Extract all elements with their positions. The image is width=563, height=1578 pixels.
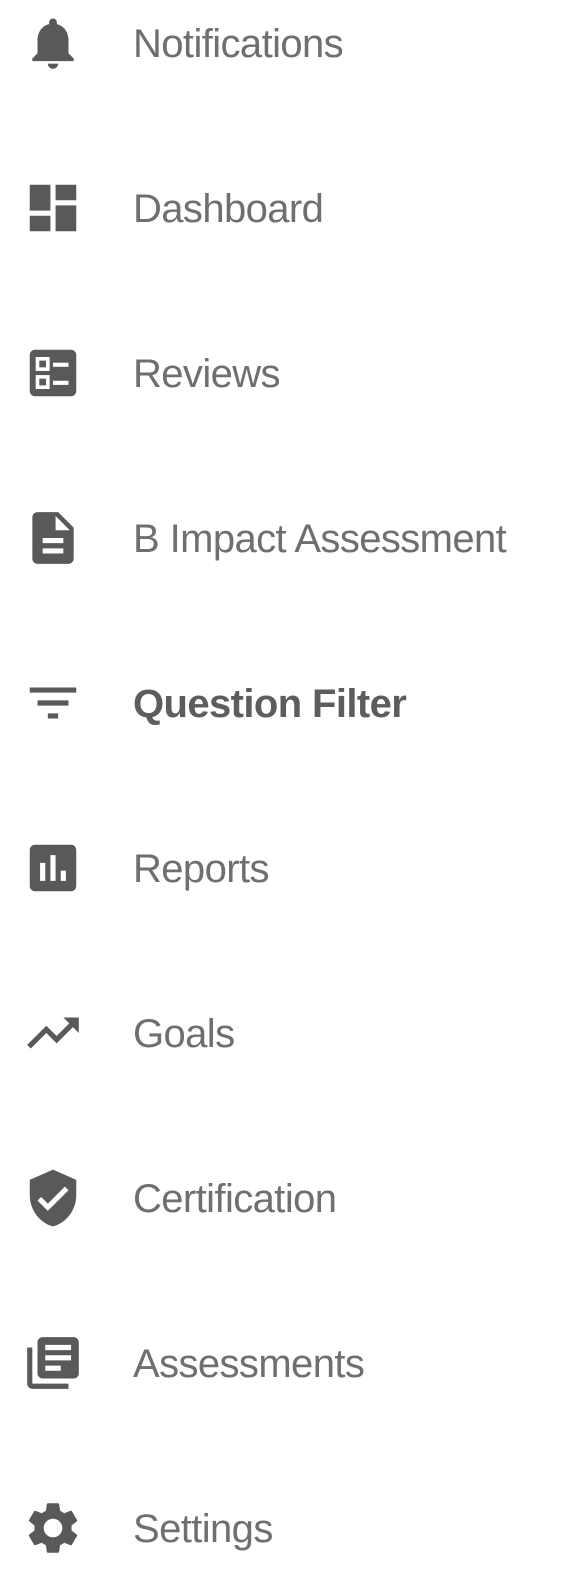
trending-up-icon xyxy=(22,1002,84,1064)
sidebar-item-question-filter[interactable]: Question Filter xyxy=(0,653,563,753)
dashboard-icon xyxy=(22,177,84,239)
reviews-icon xyxy=(22,342,84,404)
sidebar-item-goals[interactable]: Goals xyxy=(0,983,563,1083)
sidebar-item-b-impact-assessment[interactable]: B Impact Assessment xyxy=(0,488,563,588)
bell-icon xyxy=(22,12,84,74)
sidebar-item-label: Settings xyxy=(133,1507,273,1551)
sidebar-item-label: Notifications xyxy=(133,22,344,66)
sidebar-item-settings[interactable]: Settings xyxy=(0,1478,563,1578)
sidebar-item-reports[interactable]: Reports xyxy=(0,818,563,918)
sidebar-item-notifications[interactable]: Notifications xyxy=(0,0,563,93)
sidebar-item-reviews[interactable]: Reviews xyxy=(0,323,563,423)
shield-check-icon xyxy=(22,1167,84,1229)
sidebar-item-label: Dashboard xyxy=(133,187,324,231)
sidebar-item-label: Certification xyxy=(133,1177,337,1221)
sidebar-item-label: Goals xyxy=(133,1012,235,1056)
sidebar-item-label: Assessments xyxy=(133,1342,365,1386)
sidebar-item-certification[interactable]: Certification xyxy=(0,1148,563,1248)
sidebar-item-label: Reports xyxy=(133,847,269,891)
sidebar-item-label: B Impact Assessment xyxy=(133,517,507,561)
bar-chart-icon xyxy=(22,837,84,899)
sidebar-nav: Notifications Dashboard Reviews B Impact… xyxy=(0,0,563,1562)
sidebar-item-assessments[interactable]: Assessments xyxy=(0,1313,563,1413)
sidebar-item-label: Question Filter xyxy=(133,682,407,726)
sidebar-item-label: Reviews xyxy=(133,352,281,396)
library-icon xyxy=(22,1332,84,1394)
filter-icon xyxy=(22,672,84,734)
sidebar-item-dashboard[interactable]: Dashboard xyxy=(0,158,563,258)
gear-icon xyxy=(22,1497,84,1559)
document-icon xyxy=(22,507,84,569)
